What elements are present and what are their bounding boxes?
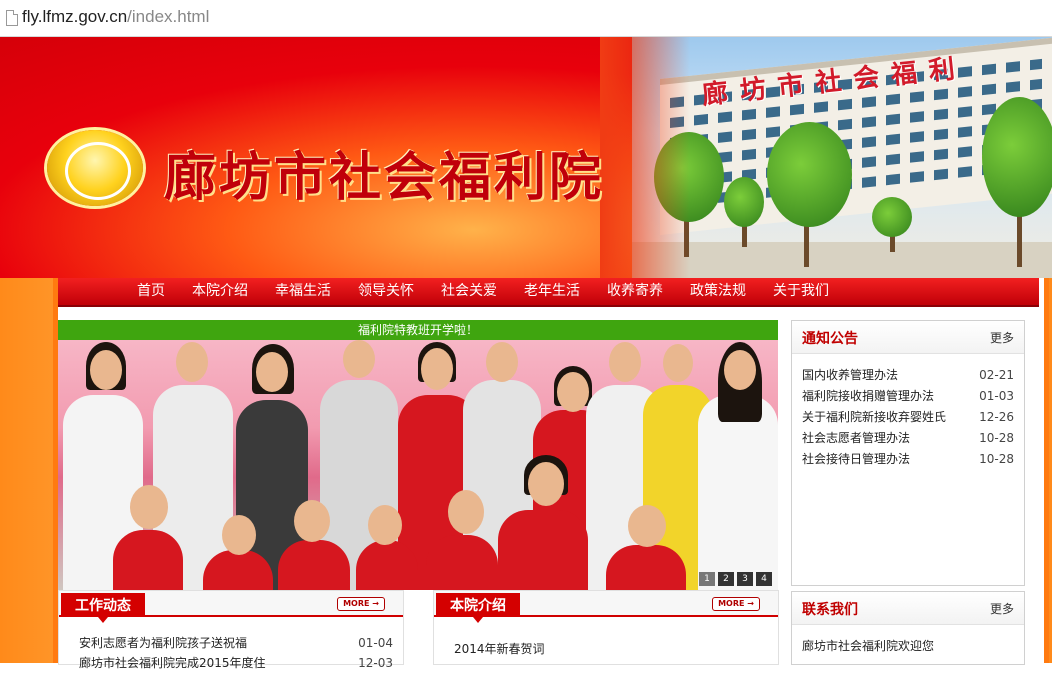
tree-image — [767, 122, 852, 227]
list-item[interactable]: 廊坊市社会福利院完成2015年度住 12-03 — [79, 653, 393, 673]
site-title: 廊坊市社会福利院 — [164, 147, 605, 208]
slideshow-image[interactable]: 1 2 3 4 — [58, 340, 778, 590]
list-item[interactable]: 2014年新春贺词 — [454, 639, 768, 659]
slide-pager: 1 2 3 4 — [696, 572, 772, 586]
slide-page-2[interactable]: 2 — [718, 572, 734, 586]
intro-title: 本院介绍 — [436, 593, 520, 623]
notice-more-link[interactable]: 更多 — [990, 329, 1014, 346]
intro-list: 2014年新春贺词 — [454, 639, 768, 659]
work-news-title: 工作动态 — [61, 593, 145, 623]
contact-panel: 联系我们 更多 廊坊市社会福利院欢迎您 — [791, 591, 1025, 665]
intro-more-button[interactable]: MORE → — [712, 597, 760, 611]
nav-item-home[interactable]: 首页 — [137, 278, 165, 305]
slide-page-4[interactable]: 4 — [756, 572, 772, 586]
tree-image — [982, 97, 1052, 217]
list-item[interactable]: 社会接待日管理办法 10-28 — [802, 449, 1014, 470]
nav-item-policy[interactable]: 政策法规 — [690, 278, 746, 305]
notice-list: 国内收养管理办法 02-21 福利院接收捐赠管理办法 01-03 关于福利院新接收弃… — [802, 365, 1014, 470]
work-news-list: 安利志愿者为福利院孩子送祝福 01-04 廊坊市社会福利院完成2015年度住 12-… — [79, 633, 393, 673]
main-nav: 首页 本院介绍 幸福生活 领导关怀 社会关爱 老年生活 收养寄养 政策法规 关于… — [58, 278, 1039, 307]
nav-item-about[interactable]: 本院介绍 — [192, 278, 248, 305]
list-item[interactable]: 安利志愿者为福利院孩子送祝福 01-04 — [79, 633, 393, 653]
slide-page-1[interactable]: 1 — [699, 572, 715, 586]
list-item[interactable]: 社会志愿者管理办法 10-28 — [802, 428, 1014, 449]
contact-title: 联系我们 — [802, 602, 858, 618]
tree-image — [872, 197, 912, 237]
nav-item-leadership[interactable]: 领导关怀 — [358, 278, 414, 305]
nav-item-contact[interactable]: 关于我们 — [773, 278, 829, 305]
contact-text: 廊坊市社会福利院欢迎您 — [802, 639, 935, 653]
list-item[interactable]: 国内收养管理办法 02-21 — [802, 365, 1014, 386]
list-item[interactable]: 福利院接收捐赠管理办法 01-03 — [802, 386, 1014, 407]
list-item[interactable]: 关于福利院新接收弃婴姓氏 12-26 — [802, 407, 1014, 428]
logo[interactable] — [47, 130, 143, 206]
tree-image — [724, 177, 764, 227]
url-text[interactable]: fly.lfmz.gov.cn/index.html — [22, 7, 209, 27]
intro-panel: 本院介绍 MORE → 2014年新春贺词 — [433, 590, 779, 665]
notice-title: 通知公告 — [802, 331, 858, 347]
nav-item-elderly-life[interactable]: 老年生活 — [524, 278, 580, 305]
page-icon — [6, 10, 18, 26]
nav-item-adoption[interactable]: 收养寄养 — [607, 278, 663, 305]
nav-item-social-care[interactable]: 社会关爱 — [441, 278, 497, 305]
nav-item-happy-life[interactable]: 幸福生活 — [275, 278, 331, 305]
url-path: /index.html — [127, 7, 210, 26]
work-news-more-button[interactable]: MORE → — [337, 597, 385, 611]
url-host: fly.lfmz.gov.cn — [22, 7, 128, 26]
slide-caption[interactable]: 福利院特教班开学啦！ — [58, 320, 778, 340]
work-news-panel: 工作动态 MORE → 安利志愿者为福利院孩子送祝福 01-04 廊坊市社会福利院… — [58, 590, 404, 670]
notice-panel: 通知公告 更多 国内收养管理办法 02-21 福利院接收捐赠管理办法 01-03 关… — [791, 320, 1025, 586]
slide-page-3[interactable]: 3 — [737, 572, 753, 586]
address-bar[interactable]: fly.lfmz.gov.cn/index.html — [0, 0, 1052, 37]
site-banner: 廊坊市社会福利 廊坊市社会福利院 — [0, 37, 1052, 278]
contact-more-link[interactable]: 更多 — [990, 600, 1014, 617]
